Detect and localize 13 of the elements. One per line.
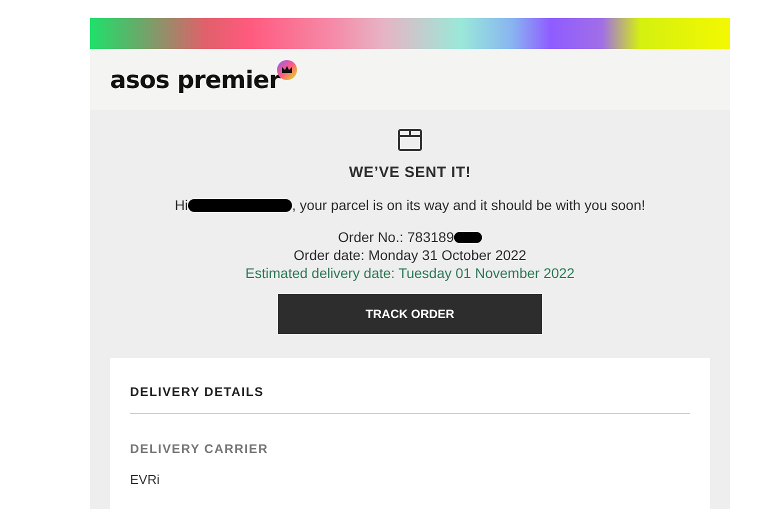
greeting-text: , your parcel is on its way and it should be with you soon! [292, 197, 646, 213]
order-date: Order date: Monday 31 October 2022 [294, 246, 526, 264]
field-value: EVRi [130, 472, 161, 487]
greeting-text: Hi [174, 197, 188, 213]
track-order-button[interactable]: TRACK ORDER [278, 294, 542, 334]
box-icon [397, 128, 423, 152]
logo: asos premier [110, 66, 280, 94]
order-number: Order No.: 783189 [338, 228, 454, 246]
field-label: DELIVERY CARRIER [130, 442, 270, 456]
redaction-mark [454, 232, 482, 242]
estimated-delivery-date: Estimated delivery date: Tuesday 01 November 2022 [245, 264, 575, 282]
section-title: DELIVERY DETAILS [130, 385, 265, 399]
heading: WE’VE SENT IT! [348, 164, 471, 181]
